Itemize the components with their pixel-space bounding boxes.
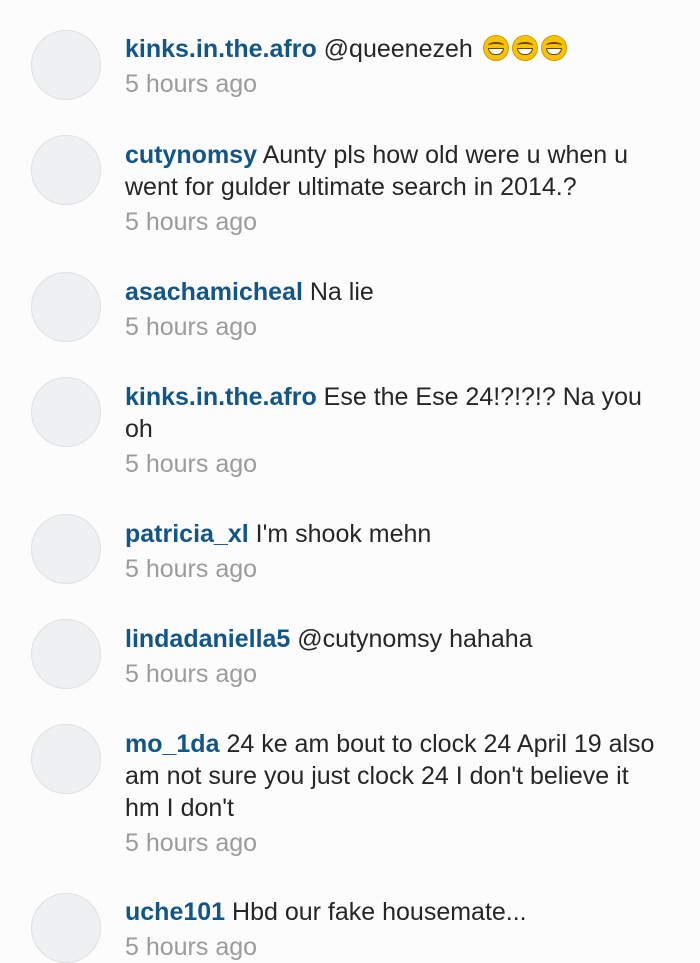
avatar[interactable] [31, 377, 101, 447]
comment-timestamp: 5 hours ago [125, 313, 258, 341]
comment-timestamp: 5 hours ago [125, 208, 258, 236]
avatar[interactable] [31, 135, 101, 205]
comment-text-line: kinks.in.the.afro Ese the Ese 24!?!?!? N… [125, 381, 665, 445]
avatar[interactable] [31, 619, 101, 689]
comment-timestamp: 5 hours ago [125, 555, 258, 583]
comment-text-line: patricia_xl I'm shook mehn [125, 518, 665, 550]
grinning-squinting-face-icon [511, 35, 538, 61]
comment-timestamp: 5 hours ago [125, 933, 258, 961]
comment-text-line: cutynomsy Aunty pls how old were u when … [125, 139, 665, 203]
comment-text-line: mo_1da 24 ke am bout to clock 24 April 1… [125, 728, 665, 824]
comment-text: I'm shook mehn [255, 520, 432, 548]
grinning-squinting-face-icon [540, 35, 567, 61]
comment-username[interactable]: cutynomsy [125, 141, 257, 169]
comment-timestamp: 5 hours ago [125, 70, 258, 98]
comment-timestamp: 5 hours ago [125, 660, 258, 688]
avatar[interactable] [31, 514, 101, 584]
comment-text-line: kinks.in.the.afro @queenezeh [125, 33, 665, 65]
comment-text: @queenezeh [323, 35, 473, 63]
comment-username[interactable]: lindadaniella5 [125, 625, 290, 653]
avatar[interactable] [31, 893, 101, 963]
comment-text: Na lie [309, 278, 374, 306]
comment-username[interactable]: mo_1da [125, 730, 219, 758]
comment-text: @cutynomsy hahaha [297, 625, 533, 653]
comment-username[interactable]: uche101 [125, 898, 225, 926]
comment-text: Hbd our fake housemate... [232, 898, 527, 926]
comment-text-line: uche101 Hbd our fake housemate... [125, 896, 665, 928]
avatar[interactable] [31, 272, 101, 342]
comment-text-line: lindadaniella5 @cutynomsy hahaha [125, 623, 665, 655]
comment-timestamp: 5 hours ago [125, 829, 258, 857]
avatar[interactable] [31, 724, 101, 794]
comment-username[interactable]: patricia_xl [125, 520, 249, 548]
comment-text-line: asachamicheal Na lie [125, 276, 665, 308]
avatar[interactable] [31, 30, 101, 100]
comment-username[interactable]: asachamicheal [125, 278, 303, 306]
comment-username[interactable]: kinks.in.the.afro [125, 383, 317, 411]
grinning-squinting-face-icon [482, 35, 509, 61]
comment-timestamp: 5 hours ago [125, 450, 258, 478]
comment-username[interactable]: kinks.in.the.afro [125, 35, 317, 63]
